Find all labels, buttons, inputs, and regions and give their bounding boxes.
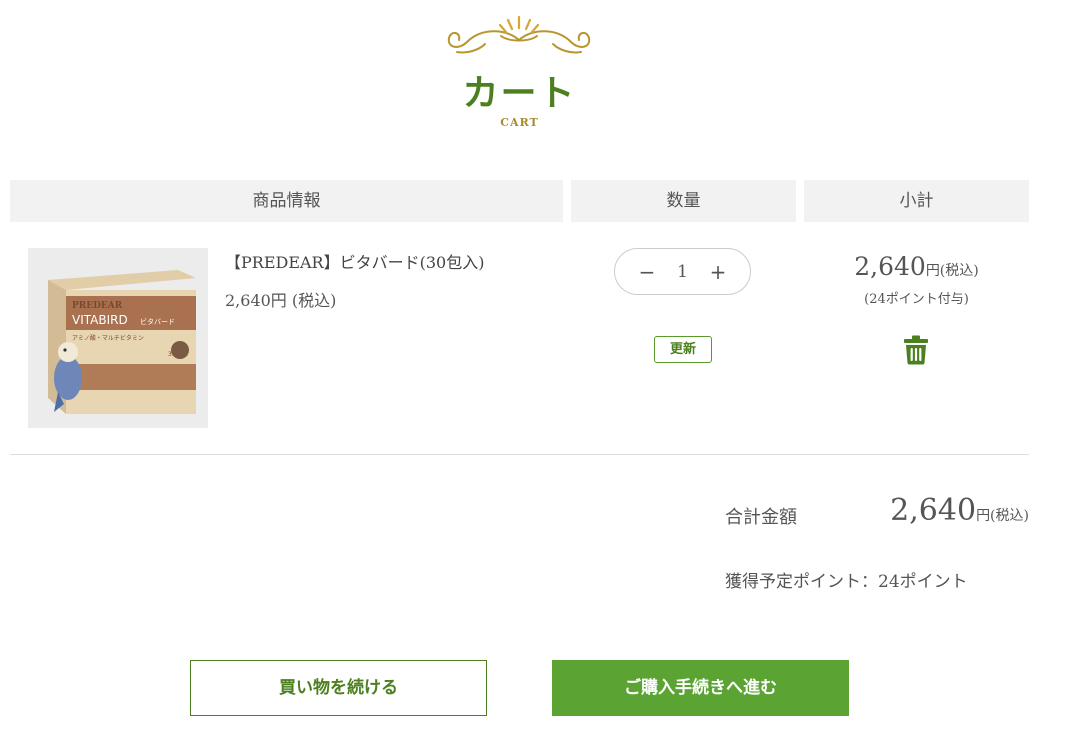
trash-icon[interactable]: [903, 335, 929, 365]
continue-shopping-button[interactable]: 買い物を続ける: [190, 660, 487, 716]
box-product-text: VITABIRD: [72, 313, 128, 327]
quantity-stepper: − 1 +: [614, 248, 751, 295]
increase-quantity-button[interactable]: +: [704, 262, 732, 282]
checkout-button[interactable]: ご購入手続きへ進む: [552, 660, 849, 716]
column-header-subtotal: 小計: [804, 180, 1029, 222]
item-points: (24ポイント付与): [864, 292, 969, 307]
ornament-icon: [447, 15, 591, 54]
column-header-quantity: 数量: [571, 180, 796, 222]
update-button[interactable]: 更新: [654, 336, 712, 363]
product-unit-price: 2,640円 (税込): [225, 291, 337, 310]
expected-points: 獲得予定ポイント：24ポイント: [725, 572, 968, 592]
total-unit: 円(税込): [976, 508, 1029, 524]
product-image[interactable]: PREDEAR VITABIRD ビタバード アミノ酸・マルチビタミン 30包入: [28, 248, 208, 428]
cart-page: カート CART 商品情報 数量 小計 PREDEAR VITABIRD ビタバ…: [0, 0, 1073, 729]
total-value: 2,640円(税込): [890, 493, 1029, 528]
box-sub-text: アミノ酸・マルチビタミン: [72, 334, 144, 342]
product-box-illustration: PREDEAR VITABIRD ビタバード アミノ酸・マルチビタミン 30包入: [28, 248, 208, 428]
box-product-jp-text: ビタバード: [140, 317, 175, 326]
subtotal-amount: 2,640: [854, 252, 926, 281]
quantity-value[interactable]: 1: [677, 262, 688, 282]
total-amount: 2,640: [890, 493, 977, 528]
total-label: 合計金額: [725, 507, 797, 528]
column-header-product: 商品情報: [10, 180, 563, 222]
box-brand-text: PREDEAR: [72, 301, 123, 311]
subtotal-unit: 円(税込): [925, 263, 979, 279]
page-title: カート: [462, 72, 577, 114]
item-subtotal: 2,640円(税込): [804, 252, 1029, 281]
decrease-quantity-button[interactable]: −: [633, 262, 661, 282]
page-subtitle: CART: [500, 116, 539, 129]
row-divider: [10, 454, 1029, 455]
product-name-link[interactable]: 【PREDEAR】ビタバード(30包入): [225, 249, 484, 273]
